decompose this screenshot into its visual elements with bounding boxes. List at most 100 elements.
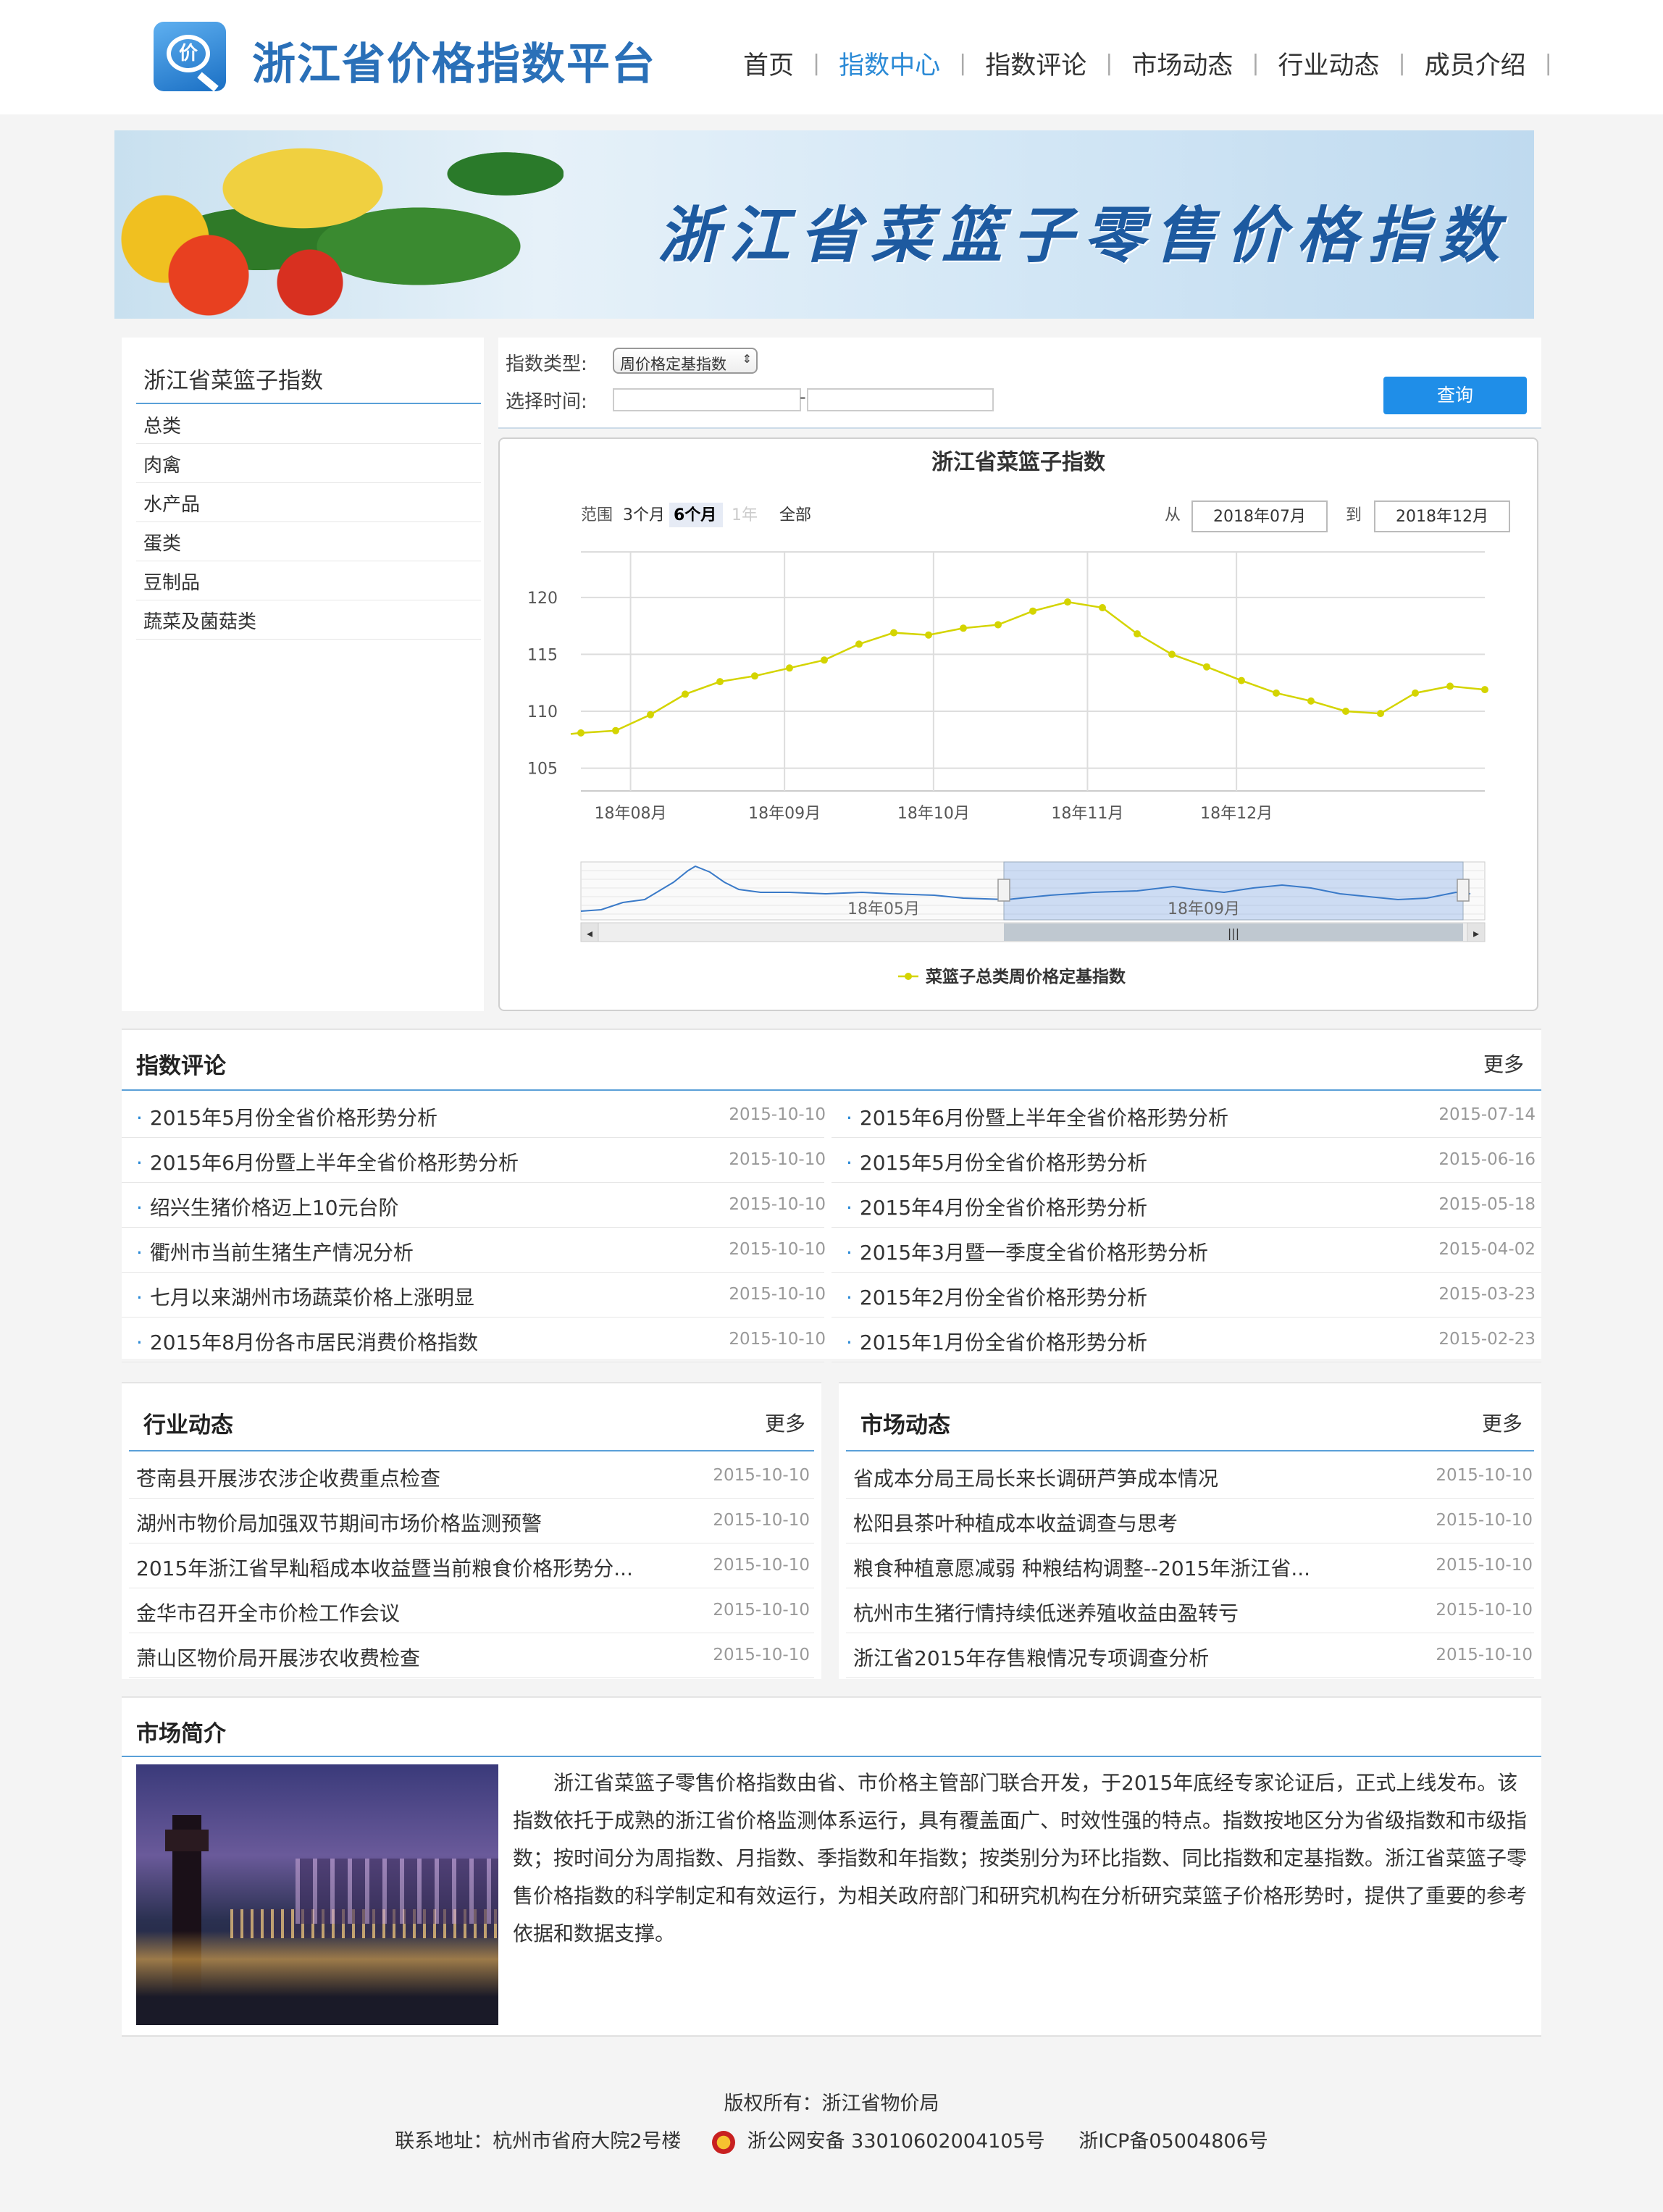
- data-point[interactable]: [1377, 710, 1384, 718]
- end-time-input[interactable]: [807, 388, 994, 411]
- commentary-item-link[interactable]: · 2015年8月份各市居民消费价格指数: [136, 1327, 478, 1356]
- commentary-item-link[interactable]: · 七月以来湖州市场蔬菜价格上涨明显: [136, 1282, 474, 1311]
- data-point[interactable]: [1134, 630, 1141, 638]
- range-button[interactable]: 3个月: [623, 506, 665, 524]
- commentary-item-title: 2015年6月份暨上半年全省价格形势分析: [859, 1106, 1228, 1130]
- commentary-item-link[interactable]: · 衢州市当前生猪生产情况分析: [136, 1237, 414, 1266]
- nav-industry[interactable]: 行业动态: [1260, 45, 1399, 82]
- market-item-link[interactable]: 省成本分局王局长来长调研芦笋成本情况: [853, 1463, 1218, 1492]
- legend-item[interactable]: 菜篮子总类周价格定基指数: [925, 967, 1126, 986]
- commentary-item-link[interactable]: · 2015年5月份全省价格形势分析: [846, 1147, 1147, 1176]
- sidebar-item-soy[interactable]: 豆制品: [143, 568, 200, 595]
- sidebar-item-meat[interactable]: 肉禽: [143, 451, 181, 477]
- data-point[interactable]: [855, 640, 863, 648]
- nav-market[interactable]: 市场动态: [1113, 45, 1252, 82]
- commentary-item-title: 衢州市当前生猪生产情况分析: [149, 1241, 414, 1265]
- bullet-icon: ·: [136, 1331, 143, 1354]
- range-button[interactable]: 1年: [732, 506, 758, 524]
- industry-item-date: 2015-10-10: [713, 1511, 810, 1530]
- site-title[interactable]: 浙江省价格指数平台: [252, 29, 656, 92]
- market-item-link[interactable]: 粮食种植意愿减弱 种粮结构调整--2015年浙江省...: [853, 1553, 1310, 1582]
- commentary-item-link[interactable]: · 2015年5月份全省价格形势分析: [136, 1102, 437, 1131]
- market-item-link[interactable]: 杭州市生猪行情持续低迷养殖收益由盈转亏: [853, 1598, 1239, 1627]
- industry-item-link[interactable]: 2015年浙江省早籼稻成本收益暨当前粮食价格形势分...: [136, 1553, 633, 1582]
- data-point[interactable]: [960, 624, 967, 632]
- industry-item-link[interactable]: 金华市召开全市价检工作会议: [136, 1598, 400, 1627]
- query-button[interactable]: 查询: [1383, 377, 1527, 414]
- row-divider: [832, 1182, 1541, 1183]
- commentary-item-date: 2015-10-10: [729, 1105, 826, 1124]
- data-point[interactable]: [1481, 686, 1488, 694]
- commentary-item-link[interactable]: · 2015年6月份暨上半年全省价格形势分析: [846, 1102, 1228, 1131]
- industry-item-link[interactable]: 湖州市物价局加强双节期间市场价格监测预警: [136, 1508, 542, 1537]
- data-point[interactable]: [821, 656, 828, 664]
- scrollbar-grip-icon: |||: [1228, 926, 1239, 940]
- data-point[interactable]: [925, 631, 932, 639]
- sidebar-item-eggs[interactable]: 蛋类: [143, 529, 181, 556]
- row-divider: [122, 1182, 824, 1183]
- nav-members[interactable]: 成员介绍: [1406, 45, 1545, 82]
- data-point[interactable]: [716, 678, 724, 686]
- market-item-link[interactable]: 松阳县茶叶种植成本收益调查与思考: [853, 1508, 1178, 1537]
- data-point[interactable]: [1064, 598, 1071, 606]
- data-point[interactable]: [577, 729, 585, 737]
- range-to-value: 2018年12月: [1396, 508, 1488, 526]
- market-more-link[interactable]: 更多: [1482, 1408, 1522, 1437]
- range-from-value: 2018年07月: [1213, 508, 1306, 526]
- footer-icp[interactable]: 浙ICP备05004806号: [1078, 2130, 1268, 2153]
- commentary-item-link[interactable]: · 2015年6月份暨上半年全省价格形势分析: [136, 1147, 519, 1176]
- data-point[interactable]: [890, 629, 897, 637]
- nav-home[interactable]: 首页: [724, 45, 813, 82]
- industry-more-link[interactable]: 更多: [765, 1408, 805, 1437]
- data-point[interactable]: [612, 726, 619, 734]
- commentary-item-date: 2015-10-10: [729, 1330, 826, 1349]
- data-point[interactable]: [1238, 676, 1245, 684]
- data-point[interactable]: [1307, 697, 1315, 705]
- commentary-item-title: 2015年3月暨一季度全省价格形势分析: [859, 1241, 1208, 1265]
- data-point[interactable]: [1099, 604, 1106, 611]
- data-point[interactable]: [1273, 689, 1280, 697]
- navigator-label: 18年05月: [847, 900, 920, 918]
- sidebar-item-vegetables[interactable]: 蔬菜及菌菇类: [143, 607, 256, 634]
- data-point[interactable]: [1168, 650, 1176, 658]
- market-section: 市场动态 更多 省成本分局王局长来长调研芦笋成本情况 2015-10-10 松阳县茶…: [839, 1382, 1541, 1679]
- commentary-item-date: 2015-02-23: [1438, 1330, 1536, 1349]
- commentary-item-link[interactable]: · 2015年2月份全省价格形势分析: [846, 1282, 1147, 1311]
- start-time-input[interactable]: [613, 388, 801, 411]
- commentary-item-link[interactable]: · 2015年4月份全省价格形势分析: [846, 1192, 1147, 1221]
- data-point[interactable]: [1412, 689, 1419, 697]
- data-point[interactable]: [1203, 663, 1210, 671]
- industry-item-link[interactable]: 萧山区物价局开展涉农收费检查: [136, 1643, 420, 1672]
- industry-item-link[interactable]: 苍南县开展涉农涉企收费重点检查: [136, 1463, 440, 1492]
- x-tick-label: 18年08月: [595, 805, 667, 823]
- sidebar-item-all[interactable]: 总类: [143, 411, 181, 438]
- navigator-handle[interactable]: [997, 879, 1010, 902]
- data-point[interactable]: [786, 664, 793, 672]
- logo-icon[interactable]: 价: [154, 22, 226, 92]
- data-point[interactable]: [751, 672, 758, 680]
- data-point[interactable]: [1446, 682, 1454, 690]
- data-point[interactable]: [682, 690, 689, 698]
- commentary-item-link[interactable]: · 2015年3月暨一季度全省价格形势分析: [846, 1237, 1208, 1266]
- data-point[interactable]: [1342, 708, 1349, 715]
- range-button[interactable]: 全部: [779, 506, 811, 524]
- nav-commentary[interactable]: 指数评论: [966, 45, 1105, 82]
- commentary-more-link[interactable]: 更多: [1483, 1049, 1524, 1078]
- commentary-item-link[interactable]: · 绍兴生猪价格迈上10元台阶: [136, 1192, 399, 1221]
- index-type-select[interactable]: 周价格定基指数 ⇕: [613, 348, 758, 374]
- bullet-icon: ·: [136, 1106, 143, 1130]
- footer-police-record[interactable]: 浙公网安备 33010602004105号: [747, 2130, 1045, 2153]
- row-divider: [846, 1677, 1534, 1678]
- market-item-link[interactable]: 浙江省2015年存售粮情况专项调查分析: [853, 1643, 1209, 1672]
- sidebar-item-aquatic[interactable]: 水产品: [143, 490, 200, 516]
- navigator-handle[interactable]: [1457, 879, 1470, 902]
- sidebar: 浙江省菜篮子指数 总类 肉禽 水产品 蛋类 豆制品 蔬菜及菌菇类: [122, 338, 484, 1011]
- commentary-item-link[interactable]: · 2015年1月份全省价格形势分析: [846, 1327, 1147, 1356]
- data-point[interactable]: [994, 621, 1002, 629]
- data-point[interactable]: [647, 711, 654, 719]
- bullet-icon: ·: [136, 1196, 143, 1220]
- x-tick-label: 18年12月: [1200, 805, 1273, 823]
- data-point[interactable]: [1029, 607, 1036, 615]
- nav-index-center[interactable]: 指数中心: [820, 45, 959, 82]
- range-button[interactable]: 6个月: [674, 506, 716, 524]
